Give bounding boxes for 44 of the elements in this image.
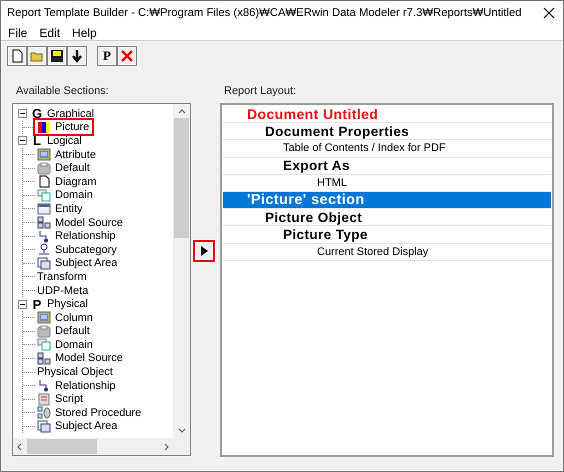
layout-item[interactable]: Export As bbox=[283, 158, 350, 174]
panel-label: Available Sections: bbox=[16, 85, 110, 97]
tree-item[interactable]: Subject Area bbox=[55, 420, 118, 432]
tree-item[interactable]: Column bbox=[55, 312, 93, 324]
layout-item[interactable]: Current Stored Display bbox=[317, 246, 428, 258]
layout-item[interactable]: HTML bbox=[317, 176, 347, 189]
layout-item[interactable]: 'Picture' section bbox=[247, 192, 365, 208]
menu-item[interactable]: Edit bbox=[38, 26, 62, 40]
tree-item[interactable]: UDP-Meta bbox=[37, 284, 88, 297]
tree-item[interactable]: Script bbox=[55, 393, 84, 406]
tree-item[interactable]: Relationship bbox=[55, 230, 116, 242]
tree-item[interactable]: Domain bbox=[55, 189, 93, 202]
group-letter: G bbox=[30, 106, 44, 122]
layout-item[interactable]: Document Properties bbox=[265, 124, 410, 139]
tree-item[interactable]: Default bbox=[55, 162, 90, 174]
menu-item[interactable]: Help bbox=[71, 26, 98, 40]
group-letter: L bbox=[32, 133, 42, 148]
tree-item[interactable]: Entity bbox=[55, 202, 83, 215]
panel-label: Report Layout: bbox=[224, 85, 298, 97]
tree-item[interactable]: Domain bbox=[55, 338, 93, 351]
tree-group-label[interactable]: Graphical bbox=[47, 108, 94, 120]
tree-item[interactable]: Model Source bbox=[55, 216, 123, 229]
selected-row[interactable]: 'Picture' section bbox=[223, 192, 551, 210]
tree-group-label[interactable]: Physical bbox=[47, 298, 88, 310]
tree-item[interactable]: Stored Procedure bbox=[55, 406, 142, 419]
menu-item[interactable]: File bbox=[7, 26, 28, 40]
tree-item[interactable]: Default bbox=[55, 325, 90, 338]
window-title: Report Template Builder - C:₩Program Files (x86)₩CA₩ERwin Data Modeler r7.3₩Reports₩Untitled bbox=[7, 7, 522, 20]
tree-item[interactable]: Attribute bbox=[55, 148, 96, 161]
tree-item[interactable]: Model Source bbox=[55, 352, 123, 364]
tree-item[interactable]: Subject Area bbox=[55, 257, 118, 270]
tree-group-label[interactable]: Logical bbox=[47, 134, 82, 147]
layout-item[interactable]: Table of Contents / Index for PDF bbox=[283, 142, 446, 154]
tree-item[interactable]: Physical Object bbox=[37, 366, 113, 378]
tree-item[interactable]: Transform bbox=[37, 270, 87, 283]
tree-item[interactable]: Diagram bbox=[55, 176, 97, 188]
text-button[interactable]: P bbox=[97, 46, 117, 66]
layout-item[interactable]: Picture Type bbox=[283, 226, 368, 242]
tree-item[interactable]: Relationship bbox=[55, 380, 116, 392]
tree-item[interactable]: Picture bbox=[55, 121, 90, 134]
layout-item[interactable]: Document Untitled bbox=[247, 106, 378, 122]
tree-item[interactable]: Subcategory bbox=[55, 244, 117, 256]
group-letter: P bbox=[32, 296, 42, 312]
layout-item[interactable]: Picture Object bbox=[265, 210, 362, 225]
